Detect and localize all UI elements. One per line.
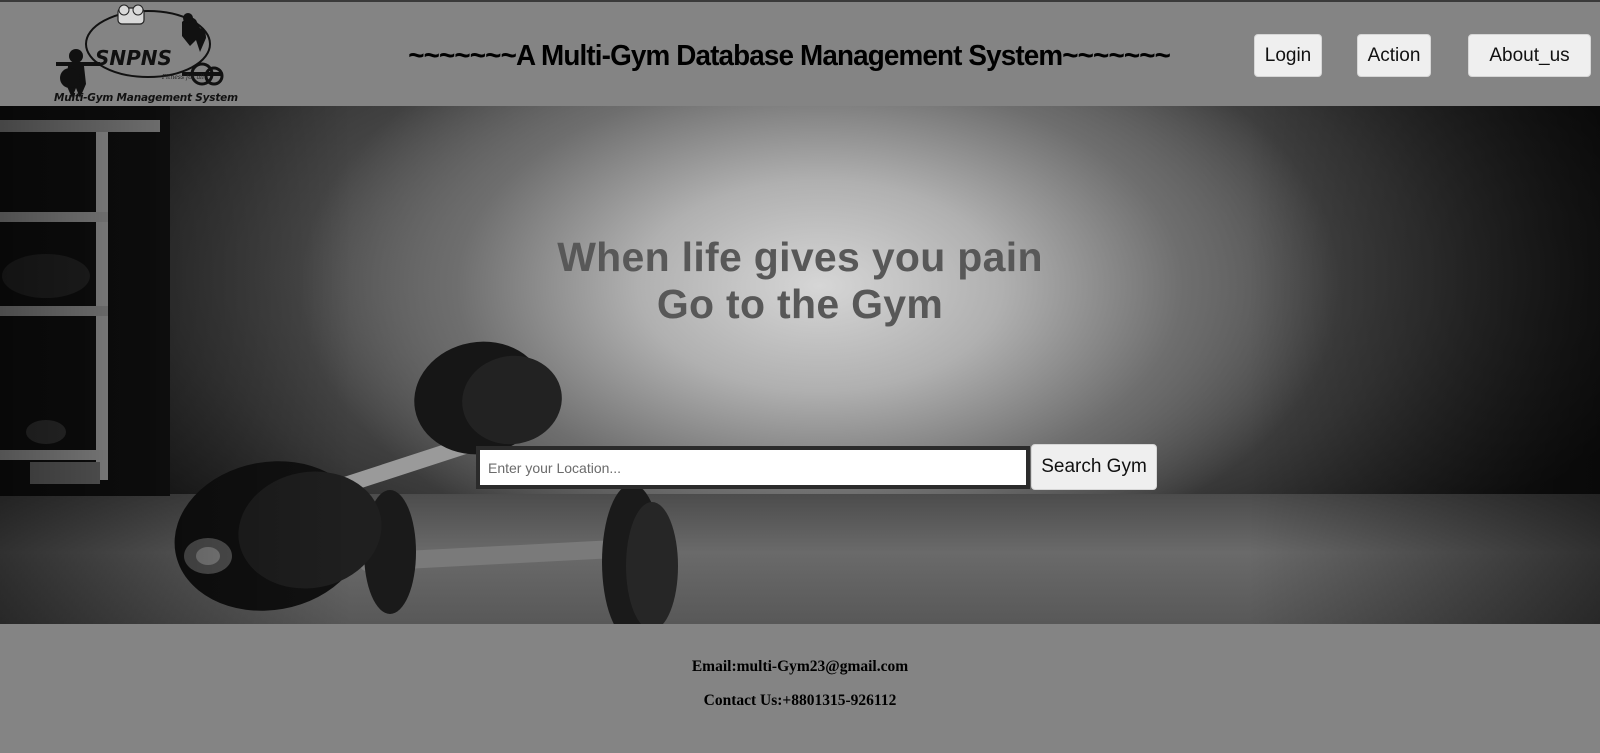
footer-contact: Contact Us:+8801315-926112 [703, 692, 897, 709]
login-button[interactable]: Login [1254, 34, 1322, 77]
hero-heading-line1: When life gives you pain [557, 234, 1043, 280]
action-button[interactable]: Action [1357, 34, 1431, 77]
about-us-button[interactable]: About_us [1468, 34, 1591, 77]
logo-brand: SNPNS [95, 46, 172, 70]
search-gym-button[interactable]: Search Gym [1031, 444, 1157, 490]
location-search-input[interactable] [476, 446, 1030, 489]
header: SNPNS Fitness for all Multi-Gym Manageme… [0, 0, 1600, 106]
hero-vignette [0, 106, 1600, 624]
gym-logo[interactable]: SNPNS Fitness for all Multi-Gym Manageme… [52, 4, 238, 106]
site-title: ~~~~~~~A Multi-Gym Database Management S… [408, 40, 1171, 72]
hero-heading: When life gives you pain Go to the Gym [0, 234, 1600, 328]
logo-caption: Multi-Gym Management System [54, 92, 238, 104]
hero-banner: When life gives you pain Go to the Gym S… [0, 106, 1600, 624]
logo-tagline: Fitness for all [162, 74, 204, 81]
page: SNPNS Fitness for all Multi-Gym Manageme… [0, 0, 1600, 753]
footer: Email:multi-Gym23@gmail.com Contact Us:+… [0, 624, 1600, 753]
footer-email: Email:multi-Gym23@gmail.com [691, 658, 909, 675]
hero-heading-line2: Go to the Gym [656, 281, 944, 327]
